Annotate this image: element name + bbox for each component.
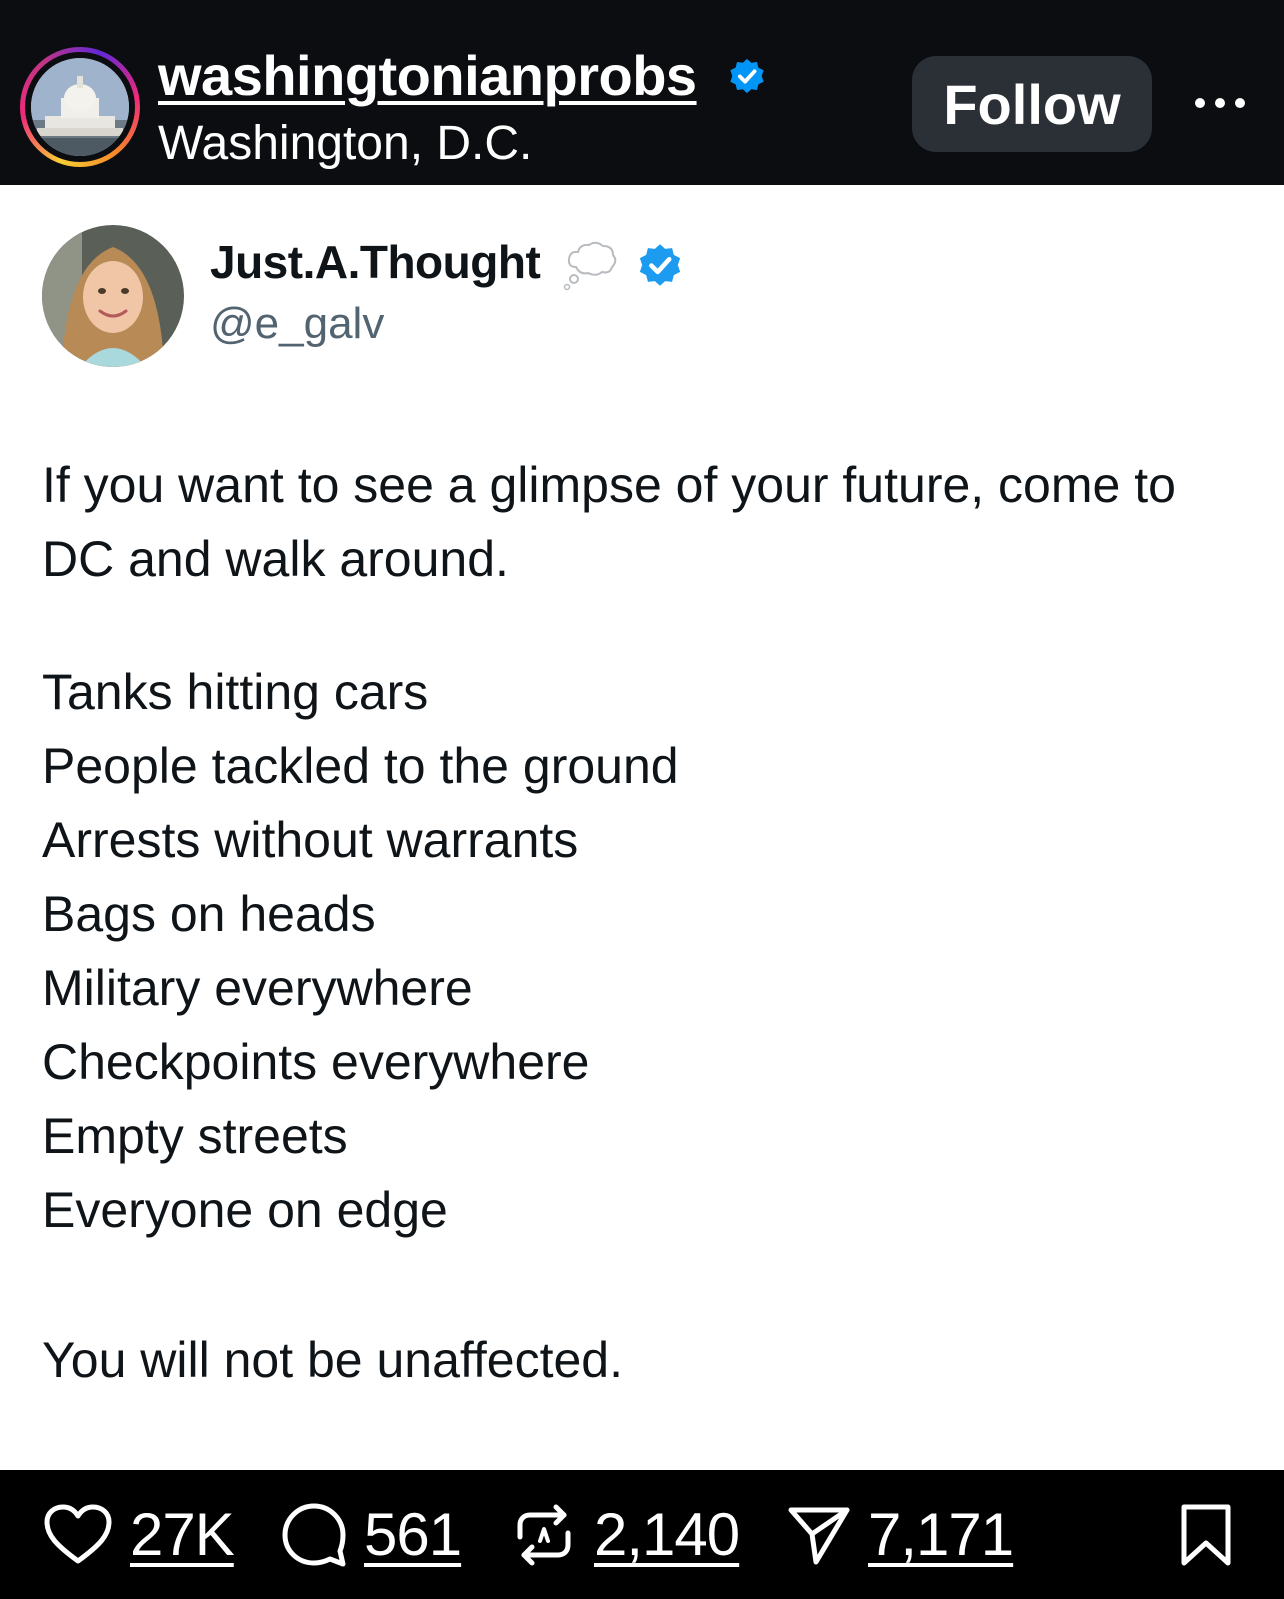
post-location[interactable]: Washington, D.C. (158, 116, 532, 171)
story-ring[interactable] (20, 47, 140, 167)
share-icon[interactable] (786, 1502, 852, 1568)
repost-icon[interactable] (510, 1501, 578, 1569)
comment-icon[interactable] (280, 1501, 348, 1569)
tweet-closing-text: You will not be unaffected. (42, 1332, 624, 1388)
tweet-handle[interactable]: @e_galv (210, 299, 384, 349)
tweet-list-line: Tanks hitting cars (42, 664, 429, 720)
post-header: washingtonianprobs Washington, D.C. Foll… (0, 0, 1284, 185)
tweet-list-line: Arrests without warrants (42, 812, 579, 868)
comment-count[interactable]: 561 (364, 1500, 462, 1569)
tweet-card: Just.A.Thought @e_galv If you want to se… (0, 185, 1284, 1470)
more-options-icon[interactable] (1190, 88, 1250, 118)
tweet-display-name[interactable]: Just.A.Thought (210, 235, 541, 289)
repost-action[interactable]: 2,140 (510, 1470, 740, 1599)
instagram-post: washingtonianprobs Washington, D.C. Foll… (0, 0, 1284, 1599)
repost-count[interactable]: 2,140 (594, 1500, 740, 1569)
tweet-list-line: Everyone on edge (42, 1182, 448, 1238)
tweet-list-line: People tackled to the ground (42, 738, 679, 794)
follow-button[interactable]: Follow (912, 56, 1152, 152)
share-count[interactable]: 7,171 (868, 1500, 1014, 1569)
account-username[interactable]: washingtonianprobs (158, 43, 697, 108)
share-action[interactable]: 7,171 (786, 1470, 1014, 1599)
profile-photo (42, 225, 184, 367)
tweet-intro-text: If you want to see a glimpse of your fut… (42, 457, 1176, 587)
tweet-list-line: Empty streets (42, 1108, 348, 1164)
capitol-avatar (31, 58, 129, 156)
verified-badge-icon (639, 244, 681, 286)
tweet-list-line: Checkpoints everywhere (42, 1034, 590, 1090)
verified-badge-icon (730, 58, 764, 94)
like-count[interactable]: 27K (130, 1500, 235, 1569)
thought-balloon-icon (563, 241, 617, 291)
tweet-list-line: Military everywhere (42, 960, 473, 1016)
comment-action[interactable]: 561 (280, 1470, 462, 1599)
bookmark-icon[interactable] (1178, 1502, 1234, 1568)
action-bar: 27K 561 2,140 7,171 (0, 1470, 1284, 1599)
tweet-list-line: Bags on heads (42, 886, 376, 942)
heart-icon[interactable] (42, 1503, 114, 1567)
like-action[interactable]: 27K (42, 1470, 235, 1599)
bookmark-action[interactable] (1178, 1470, 1234, 1599)
